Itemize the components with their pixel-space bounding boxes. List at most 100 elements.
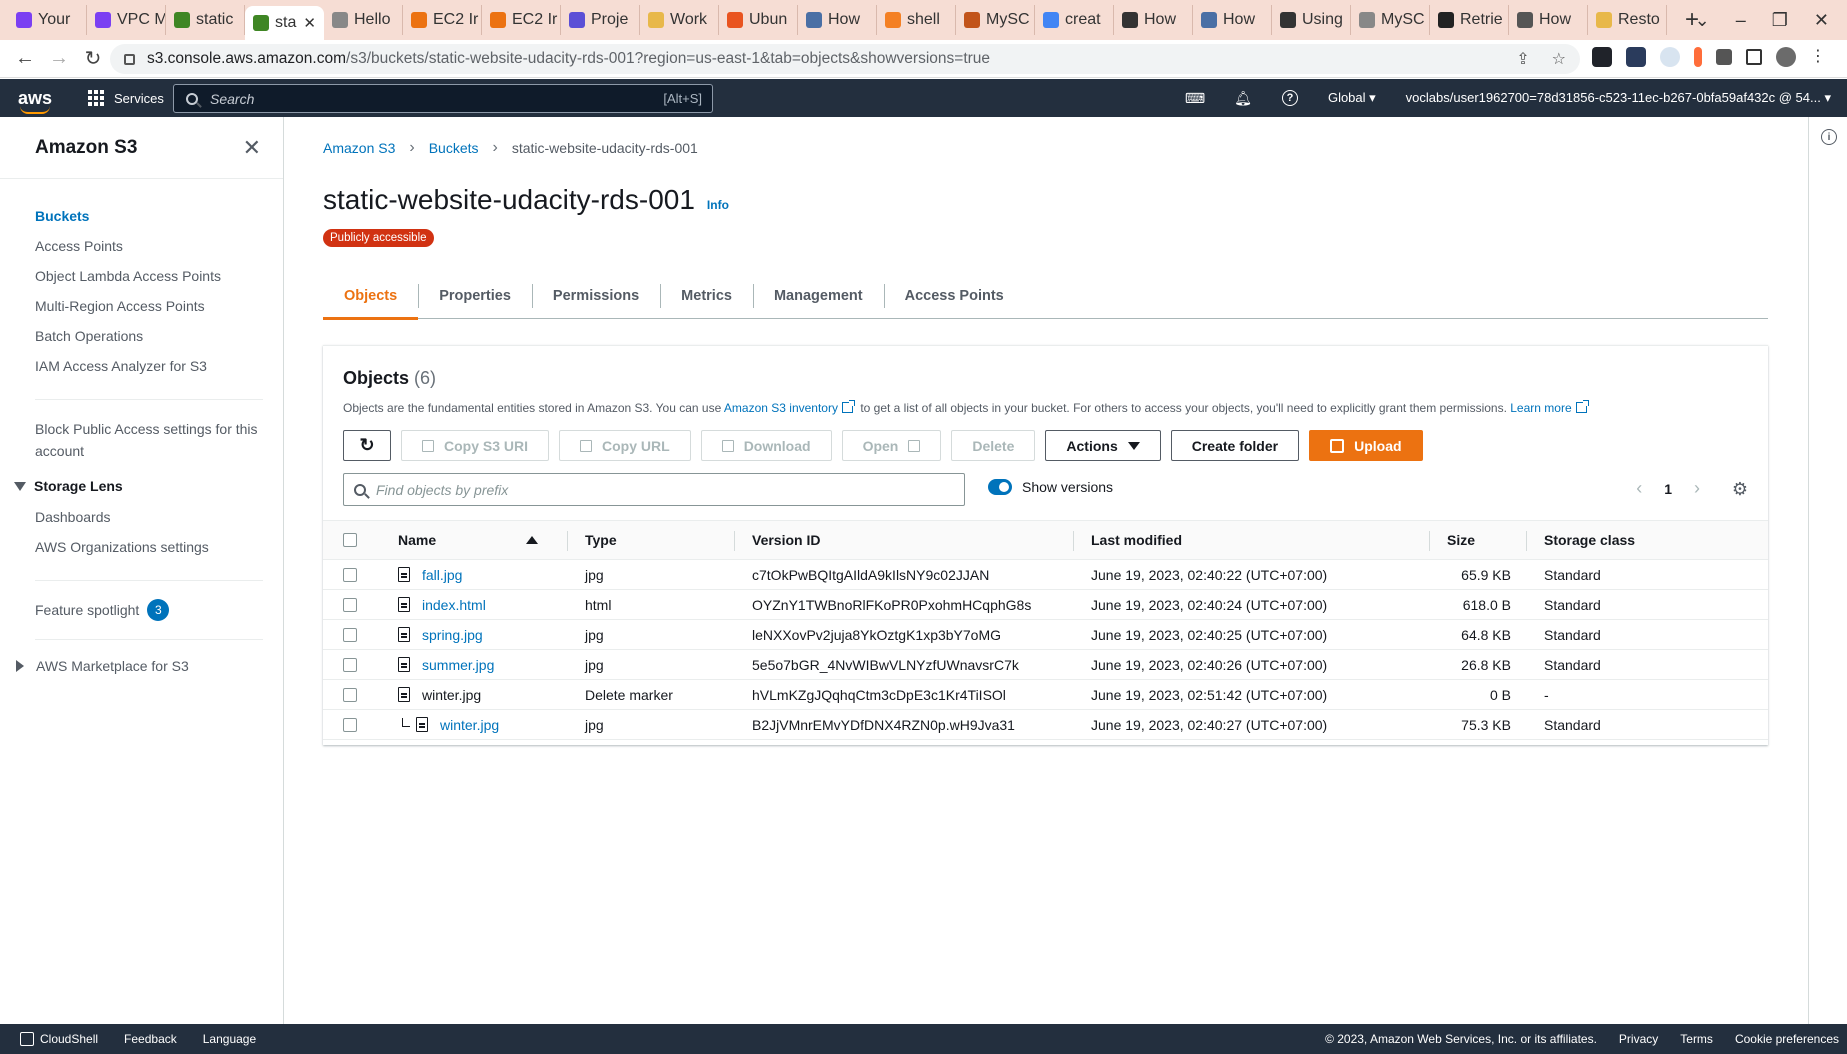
inventory-link[interactable]: Amazon S3 inventory: [724, 401, 838, 415]
object-name[interactable]: winter.jpg: [440, 717, 499, 733]
browser-menu-icon[interactable]: ⋮: [1810, 47, 1826, 67]
breadcrumb-buckets[interactable]: Buckets: [429, 140, 479, 156]
row-checkbox[interactable]: [343, 597, 357, 612]
gear-icon[interactable]: ⚙: [1732, 479, 1748, 500]
sidebar-item-batch-operations[interactable]: Batch Operations: [35, 321, 283, 351]
maximize-icon[interactable]: ❐: [1772, 10, 1788, 31]
tab-close-icon[interactable]: ✕: [303, 14, 316, 32]
browser-tab[interactable]: EC2 Ir: [403, 5, 482, 35]
actions-dropdown[interactable]: Actions: [1045, 430, 1161, 461]
reload-icon[interactable]: ↻: [76, 46, 110, 71]
browser-tab[interactable]: Ubun: [719, 5, 798, 35]
browser-tab[interactable]: MySC: [956, 5, 1035, 35]
terms-link[interactable]: Terms: [1680, 1032, 1713, 1046]
browser-tab[interactable]: Your: [8, 5, 87, 35]
object-name[interactable]: fall.jpg: [422, 567, 462, 583]
object-name[interactable]: index.html: [422, 597, 486, 613]
copy-url-button[interactable]: Copy URL: [559, 430, 691, 461]
feedback-link[interactable]: Feedback: [124, 1032, 177, 1046]
select-all-checkbox[interactable]: [343, 533, 357, 547]
col-header-type[interactable]: Type: [567, 521, 617, 559]
info-link[interactable]: Info: [707, 198, 729, 212]
aws-logo[interactable]: aws: [18, 88, 58, 114]
prev-page-icon[interactable]: ‹: [1636, 478, 1642, 499]
sidebar-item-block-public-access[interactable]: Block Public Access settings for this ac…: [35, 418, 283, 462]
browser-tab[interactable]: How: [798, 5, 877, 35]
notifications-bell-icon[interactable]: 🔔︎: [1234, 89, 1252, 107]
col-header-version-id[interactable]: Version ID: [733, 521, 820, 559]
create-folder-button[interactable]: Create folder: [1170, 430, 1300, 461]
upload-button[interactable]: Upload: [1309, 430, 1423, 461]
share-icon[interactable]: ⇪: [1516, 49, 1529, 69]
browser-tab[interactable]: EC2 Ir: [482, 5, 561, 35]
browser-tab[interactable]: How: [1114, 5, 1193, 35]
next-page-icon[interactable]: ›: [1694, 478, 1700, 499]
object-name[interactable]: summer.jpg: [422, 657, 494, 673]
tab-management[interactable]: Management: [752, 272, 884, 319]
browser-tab[interactable]: Work: [640, 5, 719, 35]
help-icon[interactable]: ?: [1281, 90, 1298, 106]
privacy-link[interactable]: Privacy: [1619, 1032, 1658, 1046]
row-checkbox[interactable]: [343, 687, 357, 702]
open-button[interactable]: Open: [841, 430, 942, 461]
sidebar-item-iam-analyzer[interactable]: IAM Access Analyzer for S3: [35, 351, 283, 381]
sidebar-item-marketplace[interactable]: AWS Marketplace for S3: [16, 658, 283, 674]
account-menu[interactable]: voclabs/user1962700=78d31856-c523-11ec-b…: [1406, 90, 1831, 106]
browser-tab[interactable]: static: [166, 5, 245, 35]
copy-s3-uri-button[interactable]: Copy S3 URI: [401, 430, 550, 461]
browser-tab[interactable]: shell: [877, 5, 956, 35]
cookie-preferences-link[interactable]: Cookie preferences: [1735, 1032, 1839, 1046]
window-close-icon[interactable]: ✕: [1814, 10, 1829, 31]
sidebar-item-feature-spotlight[interactable]: Feature spotlight 3: [0, 599, 283, 621]
url-bar[interactable]: s3.console.aws.amazon.com/s3/buckets/sta…: [110, 44, 1580, 74]
forward-icon[interactable]: →: [42, 47, 76, 70]
download-button[interactable]: Download: [700, 430, 832, 461]
aws-search-input[interactable]: Search [Alt+S]: [173, 84, 713, 113]
tab-properties[interactable]: Properties: [418, 272, 532, 319]
cloudshell-icon[interactable]: ⌨: [1185, 89, 1205, 107]
refresh-button[interactable]: ↻: [343, 430, 391, 461]
col-header-last-modified[interactable]: Last modified: [1072, 521, 1182, 559]
extension-hook-icon[interactable]: [1694, 47, 1702, 67]
browser-tab[interactable]: How: [1193, 5, 1272, 35]
extension-q-icon[interactable]: [1660, 47, 1680, 67]
side-panel-icon[interactable]: [1746, 49, 1762, 65]
tab-metrics[interactable]: Metrics: [660, 272, 753, 319]
delete-button[interactable]: Delete: [951, 430, 1036, 461]
row-checkbox[interactable]: [343, 657, 357, 672]
row-checkbox[interactable]: [343, 567, 357, 582]
browser-tab[interactable]: Hello: [324, 5, 403, 35]
extensions-puzzle-icon[interactable]: [1716, 49, 1732, 65]
info-icon[interactable]: i: [1821, 129, 1837, 145]
row-checkbox[interactable]: [343, 627, 357, 642]
browser-tab[interactable]: sta ✕: [245, 6, 324, 40]
region-selector[interactable]: Global ▾: [1328, 90, 1376, 106]
language-link[interactable]: Language: [203, 1032, 256, 1046]
browser-tab[interactable]: creat: [1035, 5, 1114, 35]
browser-tab[interactable]: Retrie: [1430, 5, 1509, 35]
bookmark-star-icon[interactable]: ☆: [1552, 49, 1566, 69]
current-page[interactable]: 1: [1664, 481, 1672, 497]
tab-search-icon[interactable]: ⌄: [1695, 10, 1710, 31]
lock-icon[interactable]: [124, 53, 135, 65]
tab-permissions[interactable]: Permissions: [531, 272, 660, 319]
tab-access-points[interactable]: Access Points: [883, 272, 1025, 319]
row-checkbox[interactable]: [343, 717, 357, 732]
browser-tab[interactable]: How: [1509, 5, 1588, 35]
cloudshell-link[interactable]: CloudShell: [20, 1032, 98, 1046]
services-menu[interactable]: Services: [88, 90, 164, 106]
browser-tab[interactable]: Resto: [1588, 5, 1667, 35]
find-objects-input[interactable]: Find objects by prefix: [343, 473, 965, 506]
extension-react-icon[interactable]: [1592, 47, 1612, 67]
back-icon[interactable]: ←: [8, 47, 42, 70]
extension-network-icon[interactable]: [1626, 47, 1646, 67]
learn-more-link[interactable]: Learn more: [1510, 401, 1571, 415]
col-header-size[interactable]: Size: [1429, 521, 1519, 559]
col-header-name[interactable]: Name: [398, 521, 548, 559]
object-name[interactable]: spring.jpg: [422, 627, 483, 643]
sidebar-item-access-points[interactable]: Access Points: [35, 231, 283, 261]
storage-lens-toggle[interactable]: Storage Lens: [14, 478, 283, 494]
tab-objects[interactable]: Objects: [323, 272, 419, 320]
show-versions-toggle[interactable]: [988, 479, 1012, 495]
browser-tab[interactable]: MySC: [1351, 5, 1430, 35]
